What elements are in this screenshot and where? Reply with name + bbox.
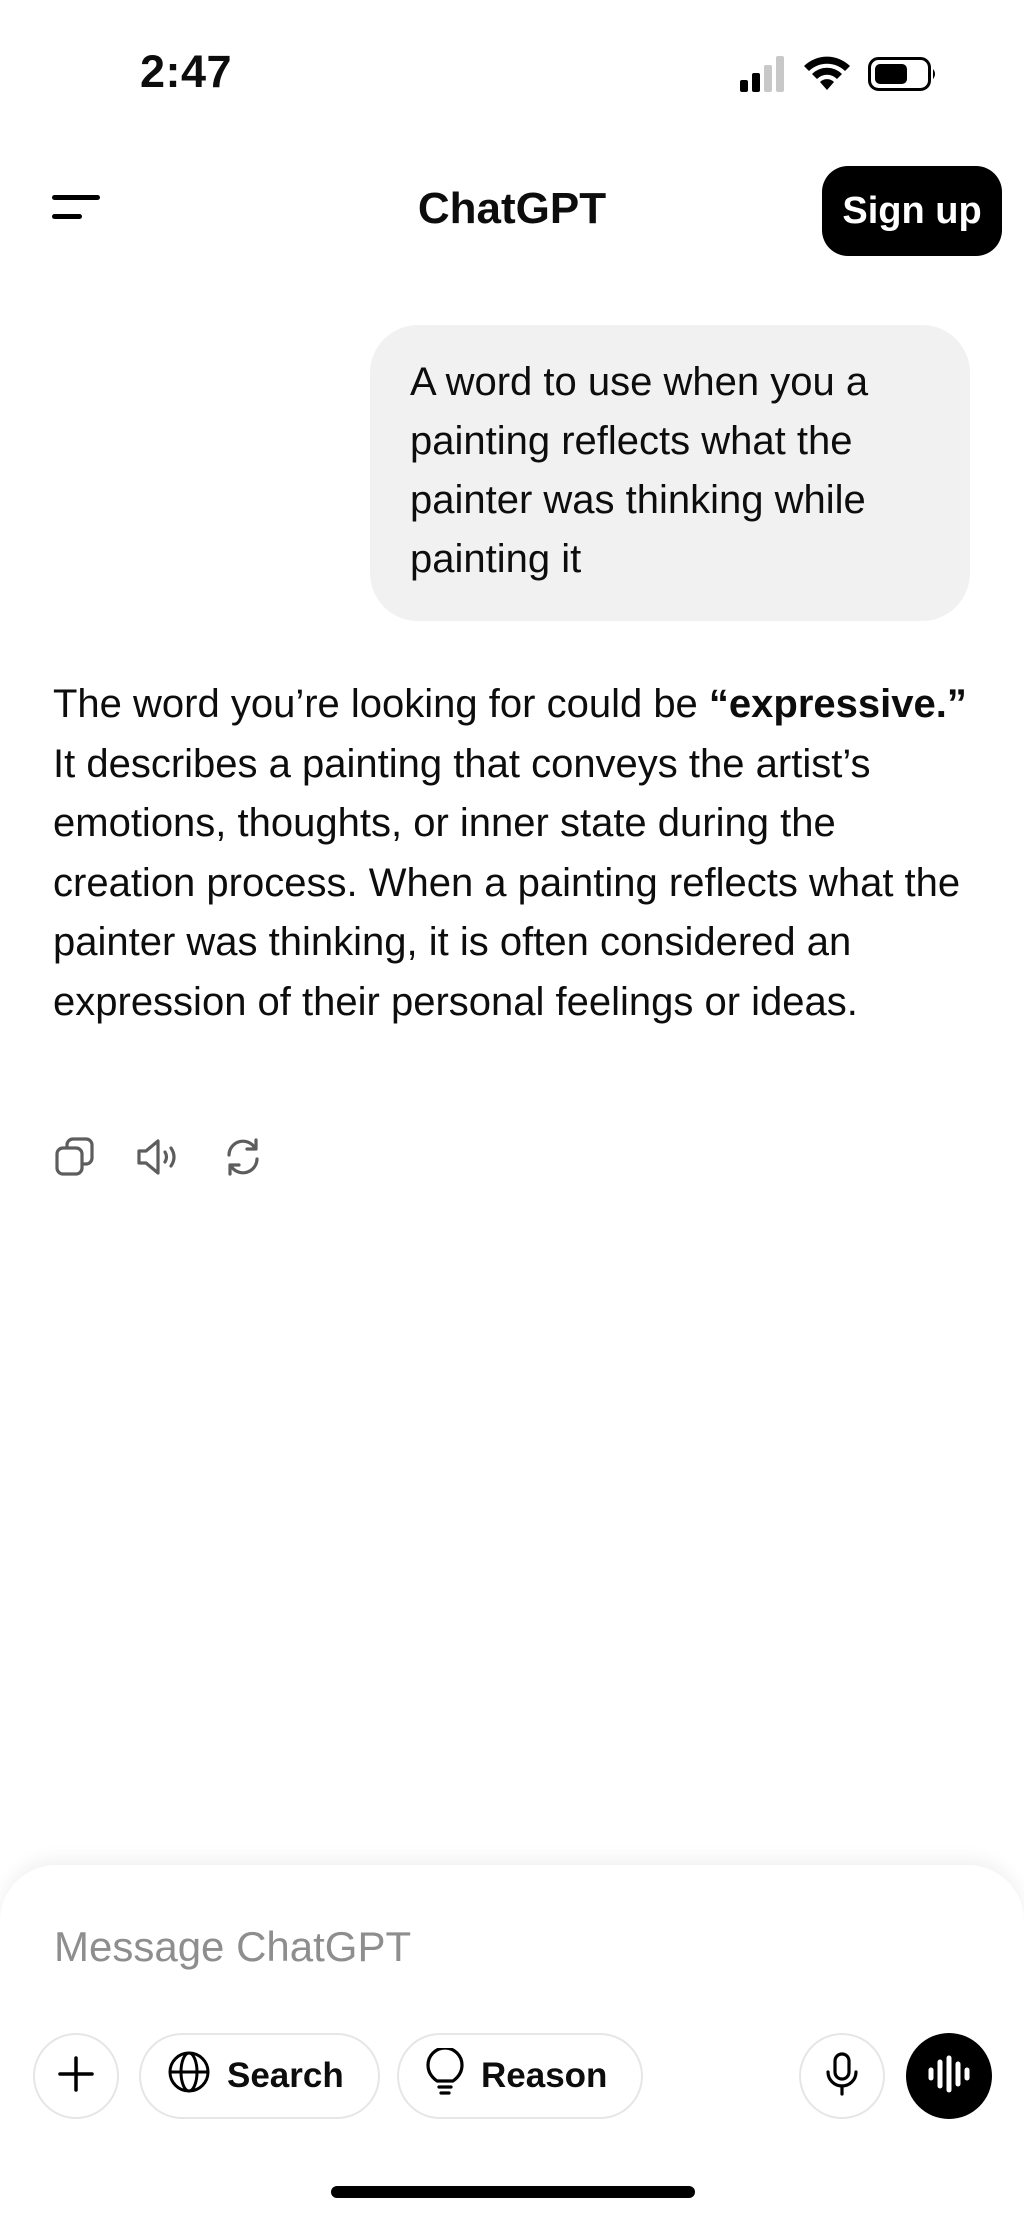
home-indicator[interactable] [331,2186,695,2198]
assistant-intro: The word you’re looking for could be [53,682,709,726]
assistant-emphasis: “expressive.” [708,682,967,726]
copy-icon [53,1135,97,1184]
voice-mode-button[interactable] [906,2033,992,2119]
status-bar: 2:47 [0,0,1024,150]
battery-icon [868,56,938,97]
plus-icon [56,2054,96,2099]
app-header: ChatGPT Sign up [0,160,1024,260]
read-aloud-button[interactable] [136,1136,182,1182]
voice-waveform-icon [926,2054,972,2099]
reason-button-label: Reason [481,2056,608,2095]
assistant-message: The word you’re looking for could be “ex… [53,675,983,1032]
reason-button[interactable]: Reason [397,2033,644,2119]
search-button-label: Search [227,2056,344,2095]
lightbulb-icon [425,2045,465,2105]
cellular-signal-icon [740,56,786,97]
regenerate-icon [221,1135,265,1184]
user-message-bubble: A word to use when you a painting reflec… [370,325,970,621]
search-button[interactable]: Search [139,2033,380,2119]
status-icons [740,56,938,97]
dictate-button[interactable] [799,2033,885,2119]
composer-toolbar: Search Reason [33,2033,993,2123]
message-input[interactable] [54,1917,954,1977]
composer: Search Reason [0,1865,1024,2220]
microphone-icon [824,2051,860,2102]
globe-icon [167,2050,211,2103]
assistant-rest: It describes a painting that conveys the… [53,741,961,1024]
regenerate-button[interactable] [220,1136,266,1182]
copy-button[interactable] [52,1136,98,1182]
read-aloud-icon [135,1135,183,1184]
wifi-icon [804,56,850,97]
sign-up-button[interactable]: Sign up [822,166,1002,256]
add-attachment-button[interactable] [33,2033,119,2119]
status-time: 2:47 [140,46,233,97]
message-actions [52,1136,266,1182]
